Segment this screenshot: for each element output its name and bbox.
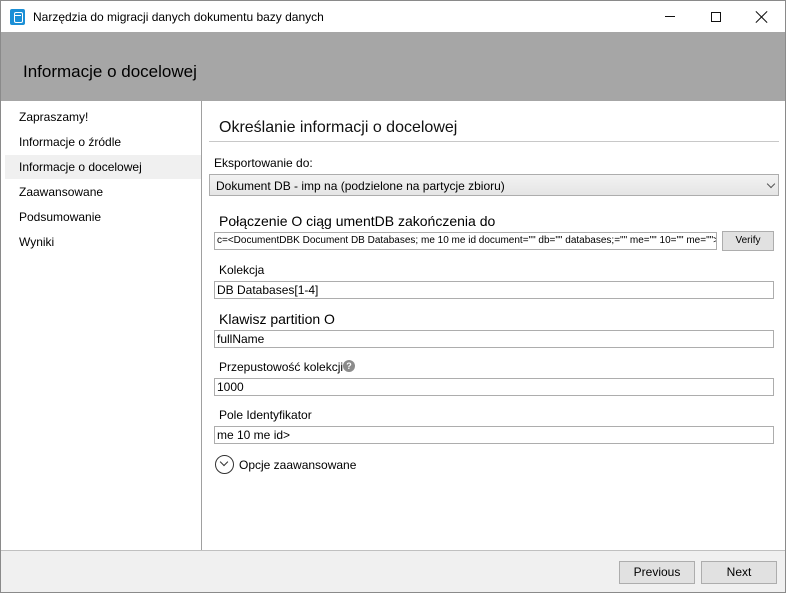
maximize-icon	[711, 11, 721, 22]
footer-bar: Previous Next	[1, 550, 785, 592]
page-title: Informacje o docelowej	[23, 62, 197, 81]
sidebar-item-target-info[interactable]: Informacje o docelowej	[5, 155, 201, 179]
id-field-label: Pole Identyfikator	[219, 408, 312, 422]
title-bar: Narzędzia do migracji danych dokumentu b…	[1, 1, 785, 32]
sidebar-item-advanced[interactable]: Zaawansowane	[5, 180, 201, 204]
id-field-input[interactable]: me 10 me id>	[214, 426, 774, 444]
export-label: Eksportowanie do:	[214, 156, 313, 170]
export-target-dropdown[interactable]: Dokument DB - imp na (podzielone na part…	[209, 174, 779, 196]
chevron-down-icon	[766, 179, 776, 189]
maximize-button[interactable]	[693, 1, 739, 32]
close-icon	[756, 11, 768, 23]
header-band: Informacje o docelowej	[1, 32, 785, 101]
section-divider	[209, 141, 779, 142]
collection-label: Kolekcja	[219, 263, 265, 277]
main-panel: Określanie informacji o docelowej Ekspor…	[203, 101, 785, 550]
app-icon	[10, 9, 25, 25]
sidebar-item-source-info[interactable]: Informacje o źródle	[5, 130, 201, 154]
window-title: Narzędzia do migracji danych dokumentu b…	[33, 10, 324, 24]
sidebar-item-summary[interactable]: Podsumowanie	[5, 205, 201, 229]
verify-button[interactable]: Verify	[722, 231, 774, 251]
minimize-button[interactable]	[647, 1, 693, 32]
advanced-options-label: Opcje zaawansowane	[239, 457, 357, 472]
close-button[interactable]	[739, 1, 785, 32]
chevron-down-circle-icon	[215, 455, 234, 474]
partition-key-input[interactable]: fullName	[214, 330, 774, 348]
partition-key-label: Klawisz partition O	[219, 311, 335, 327]
wizard-steps-sidebar: Zapraszamy! Informacje o źródle Informac…	[1, 101, 202, 550]
minimize-icon	[665, 16, 675, 17]
section-title: Określanie informacji o docelowej	[219, 119, 458, 136]
migration-tool-window: Narzędzia do migracji danych dokumentu b…	[0, 0, 786, 593]
previous-button[interactable]: Previous	[619, 561, 695, 584]
connection-string-input[interactable]: c=<DocumentDBK Document DB Databases; me…	[214, 232, 717, 250]
throughput-label: Przepustowość kolekcji	[219, 360, 344, 374]
advanced-options-toggle[interactable]: Opcje zaawansowane	[215, 455, 356, 474]
sidebar-item-welcome[interactable]: Zapraszamy!	[5, 105, 201, 129]
next-button[interactable]: Next	[701, 561, 777, 584]
connection-string-label: Połączenie O ciąg umentDB zakończenia do	[219, 213, 496, 229]
export-target-value: Dokument DB - imp na (podzielone na part…	[216, 179, 505, 193]
question-circle-icon[interactable]: ?	[343, 360, 355, 372]
sidebar-item-results[interactable]: Wyniki	[5, 230, 201, 254]
throughput-input[interactable]: 1000	[214, 378, 774, 396]
collection-input[interactable]: DB Databases[1-4]	[214, 281, 774, 299]
